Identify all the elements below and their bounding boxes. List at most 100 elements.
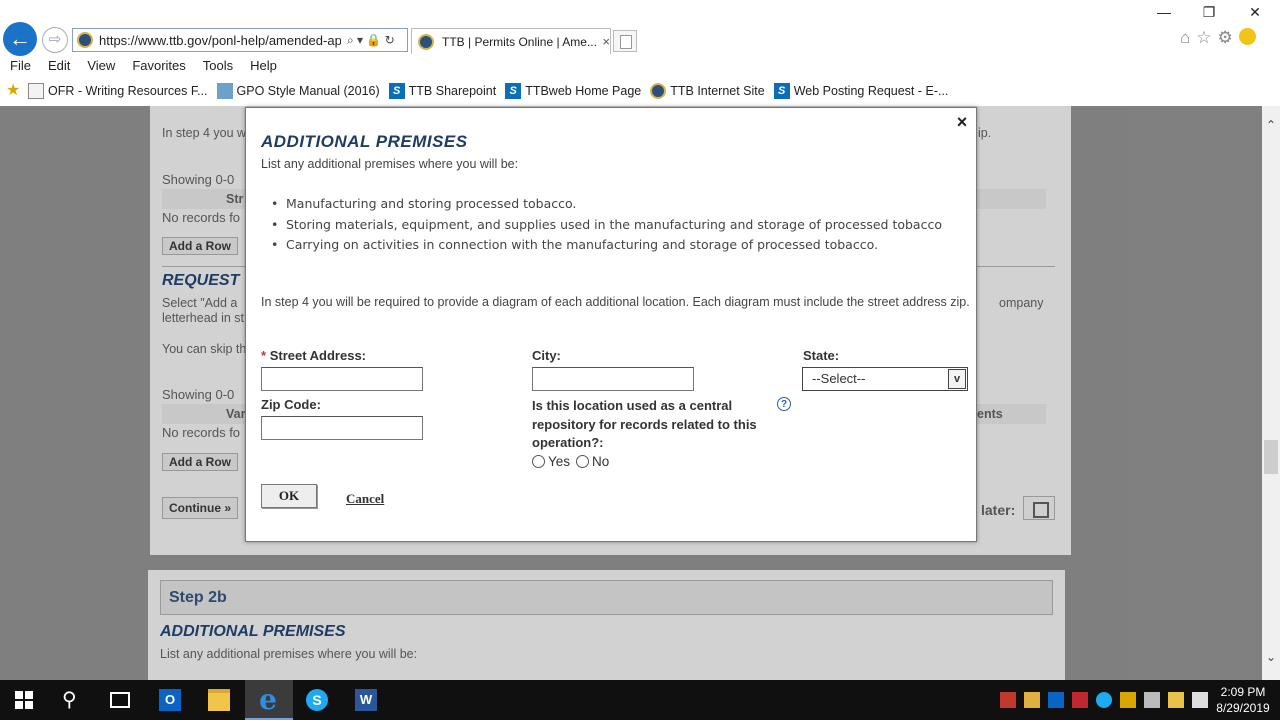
menu-file[interactable]: File <box>10 57 31 77</box>
bg-col-1: Str <box>226 192 244 206</box>
taskbar-skype[interactable]: S <box>294 680 342 720</box>
back-button[interactable]: ← <box>3 22 37 56</box>
bg-skip-text: You can skip th <box>162 342 247 356</box>
chevron-down-icon[interactable]: v <box>948 369 966 389</box>
dialog-close-icon[interactable]: × <box>954 112 970 133</box>
mail-icon[interactable] <box>1024 692 1040 708</box>
zip-code-input[interactable] <box>261 416 423 440</box>
device-icon[interactable] <box>1144 692 1160 708</box>
bg-showing-2: Showing 0-0 <box>162 387 235 402</box>
step2b-text: List any additional premises where you w… <box>160 647 418 661</box>
bg-col-2-tail: ents <box>977 407 1003 421</box>
zip-code-label: Zip Code: <box>261 397 321 412</box>
radio-no[interactable] <box>576 455 590 468</box>
bg-showing-1: Showing 0-0 <box>162 172 235 187</box>
bg-add-row-1[interactable]: Add a Row <box>162 237 238 255</box>
menu-edit[interactable]: Edit <box>48 57 70 77</box>
favorites-star-icon[interactable]: ☆ <box>1196 28 1211 48</box>
street-address-input[interactable] <box>261 367 423 391</box>
tab-close-icon[interactable]: × <box>602 34 610 49</box>
minimize-button[interactable]: — <box>1149 4 1179 20</box>
favorite-ttbweb-home[interactable]: S TTBweb Home Page <box>505 83 641 99</box>
help-icon[interactable]: ? <box>777 397 791 411</box>
address-url[interactable]: https://www.ttb.gov/ponl-help/amended-ap… <box>99 33 341 48</box>
back-arrow-icon: ← <box>9 26 31 51</box>
volume-icon[interactable] <box>1192 692 1208 708</box>
bg-continue-button[interactable]: Continue » <box>162 497 238 519</box>
vertical-scrollbar[interactable]: ⌃ ⌄ <box>1262 106 1280 680</box>
skype-icon: S <box>306 689 328 711</box>
bg-step4-tail: ip. <box>978 126 992 140</box>
sharepoint-icon: S <box>388 83 405 99</box>
favorites-bar: ★ OFR - Writing Resources F... GPO Style… <box>0 80 1280 102</box>
menu-tools[interactable]: Tools <box>203 57 233 77</box>
calendar-icon[interactable] <box>1023 496 1055 520</box>
list-item: Storing materials, equipment, and suppli… <box>286 215 976 236</box>
step2b-heading: ADDITIONAL PREMISES <box>160 623 346 640</box>
taskbar-file-explorer[interactable] <box>196 680 244 720</box>
notes-icon[interactable] <box>1168 692 1184 708</box>
scroll-down-icon[interactable]: ⌄ <box>1262 650 1280 668</box>
state-label: State: <box>803 348 840 363</box>
favorite-ofr[interactable]: OFR - Writing Resources F... <box>28 83 208 99</box>
windows-taskbar: ⚲ O e S W 2:09 PM 8/29/2019 <box>0 680 1280 720</box>
diagram-note: In step 4 you will be required to provid… <box>261 295 970 309</box>
link-icon[interactable] <box>1120 692 1136 708</box>
address-controls-icon[interactable]: ⌕ ▾ 🔒 ↻ <box>347 33 395 48</box>
close-window-button[interactable]: ✕ <box>1240 4 1270 21</box>
browser-tab[interactable]: TTB | Permits Online | Ame... × <box>411 28 611 54</box>
taskbar-outlook[interactable]: O <box>147 680 195 720</box>
folder-icon <box>208 689 230 711</box>
favorite-web-posting[interactable]: S Web Posting Request - E-... <box>773 83 948 99</box>
radio-no-label[interactable]: No <box>592 454 609 469</box>
favorite-ttb-sharepoint[interactable]: S TTB Sharepoint <box>388 83 496 99</box>
shield-icon[interactable] <box>1072 692 1088 708</box>
premises-bullet-list: Manufacturing and storing processed toba… <box>286 194 976 256</box>
taskbar-internet-explorer[interactable]: e <box>245 680 293 720</box>
menu-help[interactable]: Help <box>250 57 277 77</box>
bg-later-label: later: <box>981 502 1016 518</box>
bg-letterhead-text: letterhead in st <box>162 311 244 325</box>
start-button[interactable] <box>0 680 48 720</box>
menu-view[interactable]: View <box>87 57 115 77</box>
state-select[interactable]: --Select-- v <box>802 367 968 391</box>
feedback-smiley-icon[interactable] <box>1238 28 1256 45</box>
restore-button[interactable]: ❐ <box>1194 4 1224 21</box>
clock-date: 8/29/2019 <box>1216 701 1270 715</box>
system-tray <box>1000 692 1208 708</box>
taskbar-word[interactable]: W <box>343 680 391 720</box>
sharepoint-icon: S <box>505 83 522 99</box>
gpo-icon <box>216 83 233 99</box>
skype-tray-icon[interactable] <box>1096 692 1112 708</box>
bg-select-text: Select "Add a <box>162 296 238 310</box>
clock-time: 2:09 PM <box>1220 685 1266 699</box>
dialog-subtitle: List any additional premises where you w… <box>261 157 519 171</box>
favorite-gpo[interactable]: GPO Style Manual (2016) <box>216 83 380 99</box>
search-button[interactable]: ⚲ <box>48 680 96 720</box>
home-icon[interactable]: ⌂ <box>1180 28 1190 48</box>
dialog-title: ADDITIONAL PREMISES <box>261 132 468 151</box>
battery-icon[interactable] <box>1000 692 1016 708</box>
scroll-thumb[interactable] <box>1264 440 1278 474</box>
new-tab-button[interactable] <box>613 30 637 52</box>
radio-yes-label[interactable]: Yes <box>548 454 570 469</box>
bg-add-row-2[interactable]: Add a Row <box>162 453 238 471</box>
forward-button[interactable]: ⇨ <box>42 27 68 53</box>
scroll-up-icon[interactable]: ⌃ <box>1262 118 1280 136</box>
city-input[interactable] <box>532 367 694 391</box>
task-view-button[interactable] <box>96 680 144 720</box>
address-bar[interactable]: https://www.ttb.gov/ponl-help/amended-ap… <box>72 28 408 52</box>
central-repository-label: Is this location used as a central repos… <box>532 398 757 450</box>
add-favorite-star-icon[interactable]: ★ <box>6 83 24 99</box>
page-right-margin <box>1130 106 1262 680</box>
system-clock[interactable]: 2:09 PM 8/29/2019 <box>1210 684 1276 716</box>
bg-no-records-2: No records fo <box>162 425 241 440</box>
cancel-link[interactable]: Cancel <box>346 491 384 507</box>
outlook-tray-icon[interactable] <box>1048 692 1064 708</box>
radio-yes[interactable] <box>532 455 545 468</box>
favorite-ttb-internet[interactable]: TTB Internet Site <box>650 83 765 99</box>
ok-button[interactable]: OK <box>261 484 317 508</box>
gear-icon[interactable]: ⚙ <box>1218 28 1233 48</box>
tab-title: TTB | Permits Online | Ame... <box>442 34 597 49</box>
menu-favorites[interactable]: Favorites <box>132 57 185 77</box>
